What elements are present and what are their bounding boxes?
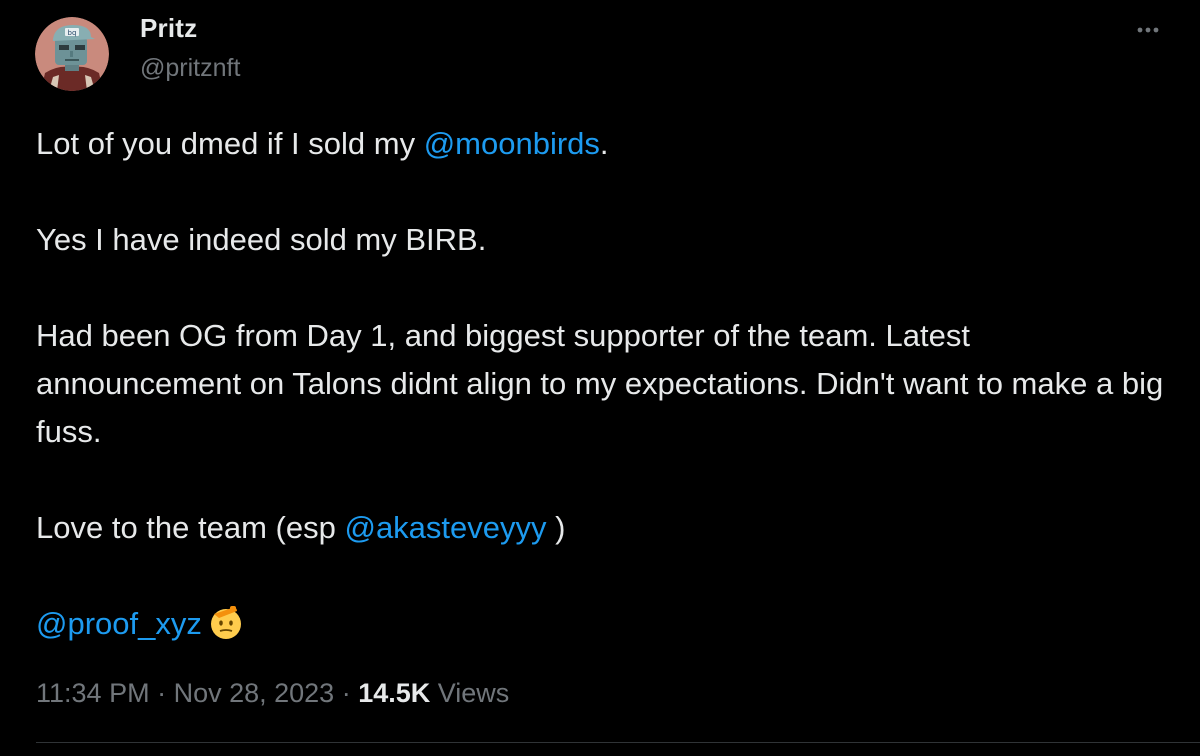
tweet-text: Lot of you dmed if I sold my @moonbirds.…	[36, 120, 1176, 648]
more-horizontal-icon	[1137, 27, 1159, 33]
tweet-paragraph: Lot of you dmed if I sold my @moonbirds.	[36, 120, 1176, 168]
saluting-face-icon	[206, 602, 246, 642]
mention-moonbirds-link[interactable]: @moonbirds	[424, 126, 600, 161]
views-count: 14.5K	[358, 678, 431, 708]
author-display-name[interactable]: Pritz	[140, 13, 197, 44]
tweet-paragraph: Love to the team (esp @akasteveyyy )	[36, 504, 1176, 552]
tweet-paragraph: @proof_xyz	[36, 600, 1176, 648]
more-options-button[interactable]	[1124, 12, 1170, 48]
svg-text:bq: bq	[68, 29, 77, 37]
meta-separator: ·	[149, 678, 174, 708]
tweet: bq Pritz @pritznft Lot of you dmed if I …	[0, 0, 1200, 756]
avatar-nft-image-icon: bq	[35, 17, 109, 91]
tweet-text-segment: Love to the team (esp	[36, 510, 345, 545]
views-label: Views	[430, 678, 510, 708]
tweet-text-segment: Lot of you dmed if I sold my	[36, 126, 424, 161]
author-handle[interactable]: @pritznft	[140, 54, 240, 83]
tweet-date[interactable]: Nov 28, 2023	[174, 678, 335, 708]
meta-separator: ·	[334, 678, 359, 708]
mention-proof-xyz-link[interactable]: @proof_xyz	[36, 606, 202, 641]
tweet-text-segment: )	[546, 510, 566, 545]
mention-akasteveyyy-link[interactable]: @akasteveyyy	[344, 510, 546, 545]
tweet-paragraph: Yes I have indeed sold my BIRB.	[36, 222, 487, 257]
divider	[36, 742, 1200, 743]
tweet-paragraph: Had been OG from Day 1, and biggest supp…	[36, 318, 1164, 449]
tweet-metadata: 11:34 PM · Nov 28, 2023 · 14.5K Views	[36, 678, 509, 709]
tweet-text-segment: .	[599, 126, 609, 161]
author-avatar[interactable]: bq	[35, 17, 109, 91]
tweet-time[interactable]: 11:34 PM	[36, 678, 150, 708]
